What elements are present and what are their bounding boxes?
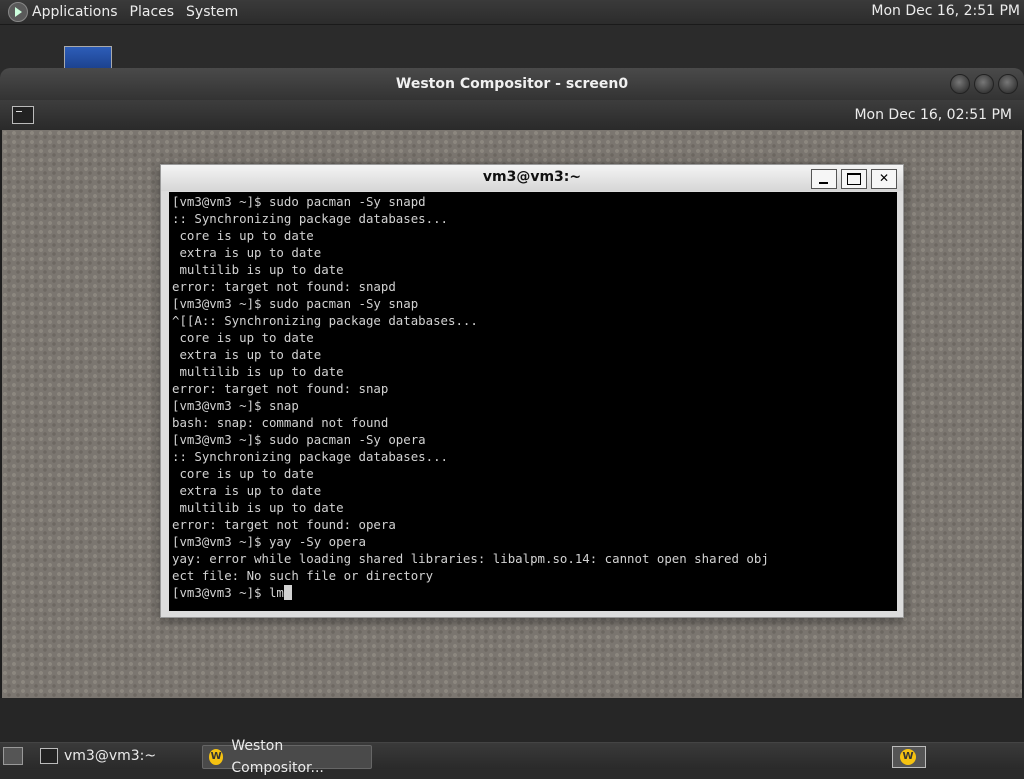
terminal-close-button[interactable]: ✕ [871,169,897,189]
weston-clock: Mon Dec 16, 02:51 PM [854,107,1012,123]
terminal-line: multilib is up to date [172,262,344,277]
terminal-line: error: target not found: snapd [172,279,396,294]
terminal-line: extra is up to date [172,347,322,362]
bottom-panel: vm3@vm3:~ W Weston Compositor... W [0,738,1024,776]
terminal-line: multilib is up to date [172,500,344,515]
terminal-prompt: [vm3@vm3 ~]$ lm [172,585,284,600]
terminal-line: core is up to date [172,466,314,481]
terminal-icon [40,748,58,764]
terminal-line: bash: snap: command not found [172,415,389,430]
taskbar-item-weston[interactable]: W Weston Compositor... [202,738,372,776]
terminal-line: core is up to date [172,228,314,243]
terminal-line: :: Synchronizing package databases... [172,211,449,226]
terminal-prompt-line[interactable]: [vm3@vm3 ~]$ lm [172,584,897,601]
terminal-titlebar[interactable]: vm3@vm3:~ ✕ [161,165,903,191]
weston-bottom-area [0,698,1024,742]
tray-weston-icon[interactable]: W [892,746,926,768]
terminal-line: yay: error while loading shared librarie… [172,551,769,566]
places-menu[interactable]: Places [130,4,175,20]
terminal-launcher-icon[interactable] [12,106,34,124]
weston-close-button[interactable] [998,74,1018,94]
terminal-line: [vm3@vm3 ~]$ sudo pacman -Sy snapd [172,194,426,209]
weston-titlebar[interactable]: Weston Compositor - screen0 [0,68,1024,100]
top-clock[interactable]: Mon Dec 16, 2:51 PM [871,3,1020,19]
taskbar-item-label: vm3@vm3:~ [64,748,157,764]
terminal-line: [vm3@vm3 ~]$ sudo pacman -Sy opera [172,432,426,447]
weston-title: Weston Compositor - screen0 [395,76,629,92]
taskbar-item-terminal[interactable]: vm3@vm3:~ [34,745,162,767]
terminal-window: vm3@vm3:~ ✕ [vm3@vm3 ~]$ sudo pacman -Sy… [160,164,904,618]
terminal-line: [vm3@vm3 ~]$ sudo pacman -Sy snap [172,296,419,311]
terminal-line: error: target not found: opera [172,517,396,532]
terminal-maximize-button[interactable] [841,169,867,189]
terminal-cursor [283,585,292,600]
terminal-line: core is up to date [172,330,314,345]
terminal-line: :: Synchronizing package databases... [172,449,449,464]
terminal-title: vm3@vm3:~ [482,169,582,185]
terminal-line: error: target not found: snap [172,381,389,396]
top-panel: Applications Places System Mon Dec 16, 2… [0,0,1024,25]
terminal-line: [vm3@vm3 ~]$ snap [172,398,299,413]
terminal-line: ect file: No such file or directory [172,568,434,583]
weston-minimize-button[interactable] [950,74,970,94]
terminal-output[interactable]: [vm3@vm3 ~]$ sudo pacman -Sy snapd :: Sy… [169,192,897,611]
terminal-line: multilib is up to date [172,364,344,379]
weston-tray-icon: W [900,749,916,765]
taskbar-item-label: Weston Compositor... [231,738,324,776]
terminal-minimize-button[interactable] [811,169,837,189]
system-menu[interactable]: System [186,4,238,20]
terminal-line: extra is up to date [172,245,322,260]
show-desktop-icon[interactable] [3,747,23,765]
terminal-line: extra is up to date [172,483,322,498]
weston-panel: Mon Dec 16, 02:51 PM [0,100,1024,130]
terminal-line: [vm3@vm3 ~]$ yay -Sy opera [172,534,366,549]
applications-menu[interactable]: Applications [32,4,118,20]
applications-logo-icon[interactable] [8,2,28,22]
weston-icon: W [209,749,224,765]
weston-maximize-button[interactable] [974,74,994,94]
terminal-line: ^[[A:: Synchronizing package databases..… [172,313,478,328]
